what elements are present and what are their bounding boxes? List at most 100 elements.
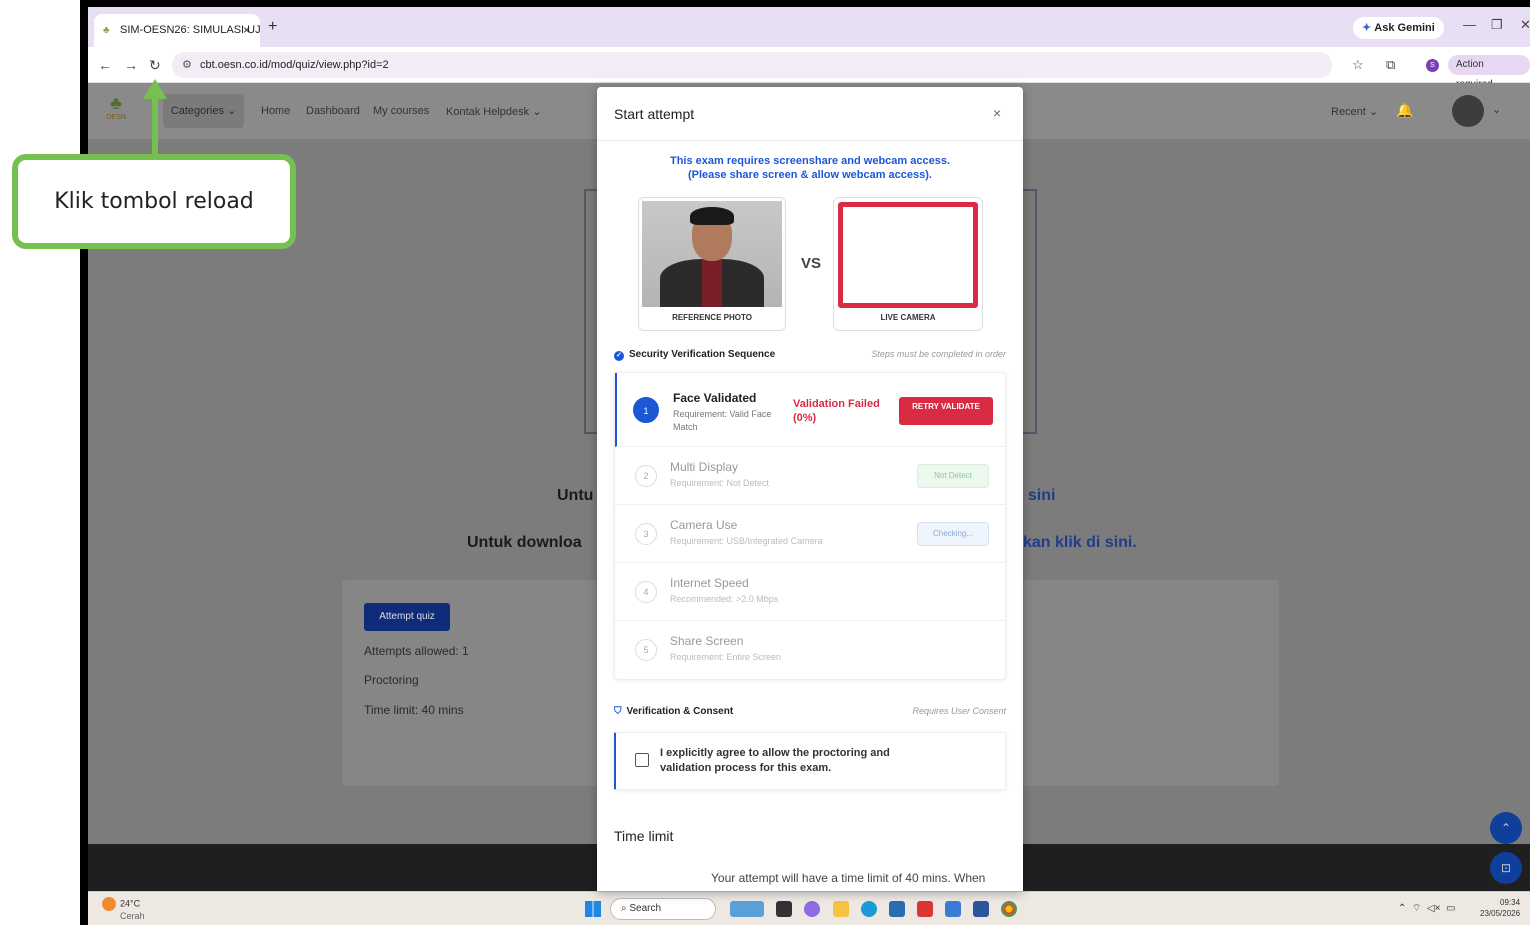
consent-text[interactable]: I explicitly agree to allow the proctori… xyxy=(660,746,920,776)
vs-label: VS xyxy=(801,255,822,272)
window-close-icon[interactable]: ✕ xyxy=(1520,17,1530,33)
shield-icon: ⛉ xyxy=(614,706,622,717)
widget-icon[interactable] xyxy=(730,901,764,917)
step-name: Camera Use xyxy=(670,518,738,532)
new-tab-button[interactable]: + xyxy=(268,18,277,36)
bg-link-2[interactable]: kan klik di sini. xyxy=(1023,534,1137,552)
minimize-icon[interactable]: — xyxy=(1463,17,1476,32)
proctoring-label: Proctoring xyxy=(364,673,419,687)
screen-frame-top xyxy=(80,0,1530,7)
nav-dashboard[interactable]: Dashboard xyxy=(306,105,360,117)
step-share-screen: 5 Share Screen Requirement: Entire Scree… xyxy=(615,621,1005,679)
shield-check-icon: ✓ xyxy=(614,351,624,361)
verification-steps: 1 Face Validated Requirement: Valid Face… xyxy=(614,372,1006,680)
reload-icon[interactable]: ↻ xyxy=(149,57,161,74)
security-note: Steps must be completed in order xyxy=(871,349,1006,359)
edge-icon[interactable] xyxy=(861,901,877,917)
step-requirement: Recommended: >2.0 Mbps xyxy=(670,594,779,604)
step-number: 5 xyxy=(635,639,657,661)
url-text: cbt.oesn.co.id/mod/quiz/view.php?id=2 xyxy=(200,59,389,71)
restore-icon[interactable]: ❐ xyxy=(1491,17,1503,33)
app-l-icon[interactable] xyxy=(917,901,933,917)
file-explorer-icon[interactable] xyxy=(833,901,849,917)
chrome-icon[interactable] xyxy=(1001,901,1017,917)
step-name: Face Validated xyxy=(673,391,757,405)
step-requirement: Requirement: Entire Screen xyxy=(670,652,782,662)
live-camera-feed xyxy=(838,202,978,308)
time-limit-text: Your attempt will have a time limit of 4… xyxy=(711,871,986,885)
step-requirement: Requirement: USB/Integrated Camera xyxy=(670,536,823,546)
status-badge: Checking... xyxy=(917,522,989,546)
modal-divider xyxy=(597,140,1023,141)
weather-widget[interactable]: 24°C Cerah xyxy=(102,897,145,921)
nav-my-courses[interactable]: My courses xyxy=(373,105,429,117)
time-limit-label: Time limit: 40 mins xyxy=(364,703,464,717)
security-heading: ✓ Security Verification Sequence Steps mu… xyxy=(614,349,1006,361)
attempt-quiz-button[interactable]: Attempt quiz xyxy=(364,603,450,631)
step-multi-display: 2 Multi Display Requirement: Not Detect … xyxy=(615,447,1005,505)
copilot-icon[interactable] xyxy=(804,901,820,917)
step-internet-speed: 4 Internet Speed Recommended: >2.0 Mbps xyxy=(615,563,1005,621)
live-camera-label: LIVE CAMERA xyxy=(880,313,936,322)
user-menu-chevron-icon[interactable]: ⌄ xyxy=(1492,103,1501,116)
profile-avatar[interactable]: S xyxy=(1426,59,1439,72)
windows-start-icon[interactable] xyxy=(585,901,601,917)
bookmark-star-icon[interactable]: ☆ xyxy=(1352,57,1364,73)
ask-gemini-button[interactable]: ✦ Ask Gemini xyxy=(1353,17,1444,39)
retry-validate-button[interactable]: RETRY VALIDATE xyxy=(899,397,993,425)
consent-checkbox[interactable] xyxy=(635,753,649,767)
expand-icon[interactable]: ⊡ xyxy=(1490,852,1522,884)
step-name: Internet Speed xyxy=(670,576,749,590)
task-view-icon[interactable] xyxy=(776,901,792,917)
step-number: 3 xyxy=(635,523,657,545)
step-name: Share Screen xyxy=(670,634,744,648)
google-lens-icon[interactable]: ⧉ xyxy=(1386,57,1395,73)
site-info-icon[interactable]: ⚙ xyxy=(182,52,192,78)
start-attempt-modal: Start attempt × This exam requires scree… xyxy=(597,87,1023,891)
validation-status: Validation Failed (0%) xyxy=(793,398,880,424)
weather-icon xyxy=(102,897,116,911)
system-tray-icons[interactable]: ⌃ ⌔ ◁× ▭ xyxy=(1398,902,1455,915)
step-number: 4 xyxy=(635,581,657,603)
back-icon[interactable]: ← xyxy=(98,57,112,73)
annotation-callout: Klik tombol reload xyxy=(12,154,296,249)
bg-link-1[interactable]: i sini xyxy=(1019,487,1055,505)
windows-taskbar: 24°C Cerah ⌕ Search ⌃ ⌔ ◁× ▭ 09:34 23/05… xyxy=(88,891,1530,925)
screen-frame-left xyxy=(80,7,88,925)
bg-text-1-left: Untu xyxy=(557,487,594,504)
nav-helpdesk[interactable]: Kontak Helpdesk ⌄ xyxy=(446,105,541,118)
modal-close-icon[interactable]: × xyxy=(993,105,1001,121)
clock-date: 23/05/2026 xyxy=(1480,909,1521,918)
url-field[interactable]: ⚙ cbt.oesn.co.id/mod/quiz/view.php?id=2 xyxy=(172,52,1332,78)
modal-title: Start attempt xyxy=(614,106,695,122)
nav-home[interactable]: Home xyxy=(261,105,290,117)
attempts-allowed: Attempts allowed: 1 xyxy=(364,644,469,658)
recent-menu[interactable]: Recent ⌄ xyxy=(1331,105,1378,118)
forward-icon[interactable]: → xyxy=(124,57,138,73)
taskbar-clock[interactable]: 09:34 23/05/2026 xyxy=(1480,897,1520,919)
categories-menu[interactable]: Categories ⌄ xyxy=(163,94,244,128)
user-avatar[interactable] xyxy=(1452,95,1484,127)
gemini-icon: ✦ xyxy=(1362,22,1375,34)
app-icon[interactable] xyxy=(945,901,961,917)
weather-temp: 24°C xyxy=(120,898,141,909)
action-required-button[interactable]: Action required xyxy=(1448,55,1530,90)
taskbar-search[interactable]: ⌕ Search xyxy=(610,898,716,920)
requirement-notice: This exam requires screenshare and webca… xyxy=(669,155,951,181)
reference-photo xyxy=(642,201,782,307)
site-logo[interactable]: ♣ OESN xyxy=(102,93,130,123)
site-favicon-icon: ♣ xyxy=(103,25,110,36)
step-number: 2 xyxy=(635,465,657,487)
scroll-top-icon[interactable]: ⌃ xyxy=(1490,812,1522,844)
browser-tab-bar: ♣ SIM-OESN26: SIMULASI UJIAN × + ✦ Ask G… xyxy=(88,7,1530,47)
notification-bell-icon[interactable]: 🔔 xyxy=(1396,102,1413,119)
clock-time: 09:34 xyxy=(1500,898,1521,907)
step-camera-use: 3 Camera Use Requirement: USB/Integrated… xyxy=(615,505,1005,563)
live-camera-card: LIVE CAMERA xyxy=(833,197,983,331)
store-icon[interactable] xyxy=(889,901,905,917)
browser-address-bar: ← → ↻ ⚙ cbt.oesn.co.id/mod/quiz/view.php… xyxy=(88,47,1530,90)
tab-close-icon[interactable]: × xyxy=(243,14,250,47)
step-number: 1 xyxy=(633,397,659,423)
outlook-icon[interactable] xyxy=(973,901,989,917)
browser-tab[interactable]: ♣ SIM-OESN26: SIMULASI UJIAN × xyxy=(94,14,260,47)
